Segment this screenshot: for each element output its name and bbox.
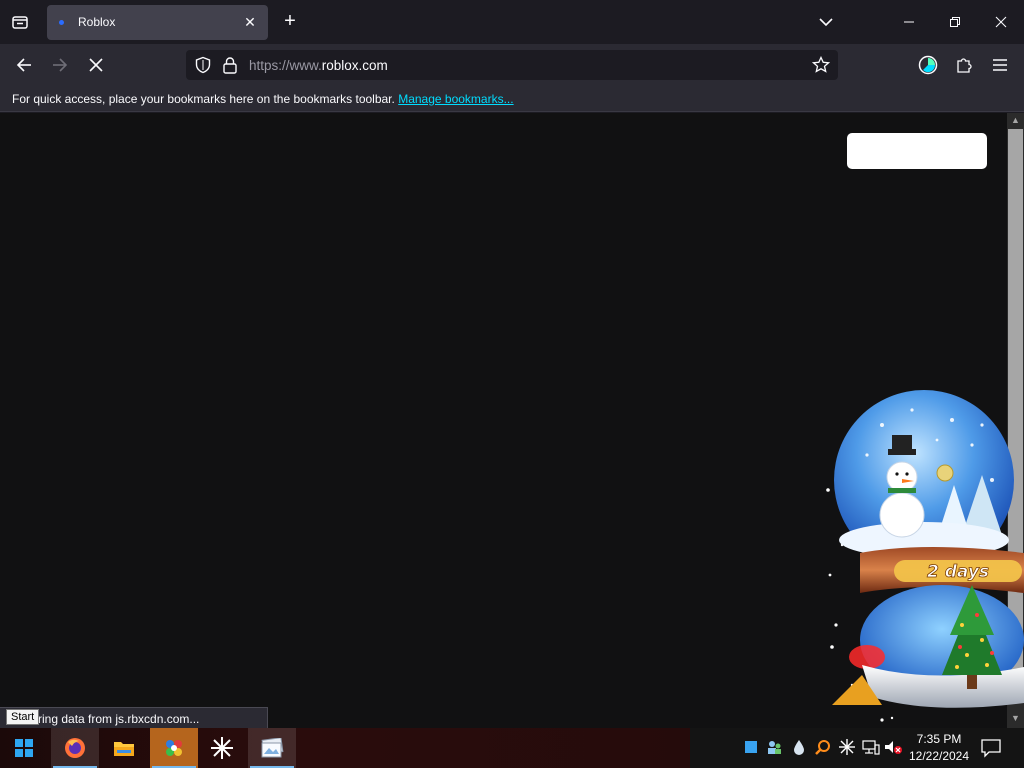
tray-search-icon[interactable]: [814, 738, 832, 756]
clock-date: 12/22/2024: [908, 749, 970, 763]
start-tooltip: Start: [6, 709, 40, 725]
taskbar-firefox[interactable]: [51, 728, 99, 768]
taskbar-tray-area: [690, 728, 1024, 768]
account-button[interactable]: [914, 51, 942, 79]
restore-icon: [950, 17, 960, 27]
firefox-icon: [65, 738, 85, 758]
app-menu-button[interactable]: [986, 51, 1014, 79]
new-tab-button[interactable]: +: [278, 10, 302, 34]
windows-logo-icon: [15, 739, 33, 757]
bookmark-star-icon[interactable]: [811, 55, 831, 79]
loading-favicon-icon: [59, 20, 64, 25]
url-text[interactable]: https://www.roblox.com: [249, 58, 388, 73]
tray-volume-muted-icon[interactable]: [884, 738, 902, 756]
close-window-button[interactable]: [978, 0, 1024, 44]
taskbar: 7:35 PM 12/22/2024: [0, 728, 1024, 768]
forward-button[interactable]: [46, 51, 74, 79]
restore-button[interactable]: [932, 0, 978, 44]
bookmarks-hint: For quick access, place your bookmarks h…: [12, 92, 514, 106]
back-button[interactable]: [10, 51, 38, 79]
stop-loading-button[interactable]: [82, 51, 110, 79]
notification-center-icon[interactable]: [980, 737, 1002, 759]
bookmarks-toolbar: For quick access, place your bookmarks h…: [0, 86, 1024, 112]
status-text: rring data from js.rbxcdn.com...: [34, 712, 200, 726]
tray-blue-square-icon[interactable]: [742, 738, 760, 756]
folder-icon: [114, 742, 134, 756]
scroll-up-arrow-icon[interactable]: ▲: [1008, 115, 1023, 129]
countdown-banner: 2 days: [927, 562, 989, 582]
status-panel: rring data from js.rbxcdn.com...: [0, 707, 268, 729]
photo-viewer-icon: [261, 738, 284, 758]
clock-time: 7:35 PM: [916, 732, 962, 746]
taskbar-asterisk-app[interactable]: [198, 728, 246, 768]
close-tab-icon[interactable]: ✕: [242, 14, 258, 30]
tray-network-icon[interactable]: [862, 738, 880, 756]
extensions-button[interactable]: [950, 51, 978, 79]
tray-water-drop-icon[interactable]: [790, 738, 808, 756]
manage-bookmarks-link[interactable]: Manage bookmarks...: [398, 92, 513, 106]
tray-people-icon[interactable]: [765, 738, 783, 756]
hamburger-menu-icon: [993, 59, 1007, 71]
tab-bar: Roblox ✕ +: [0, 0, 1024, 44]
page-white-box[interactable]: [847, 133, 987, 169]
stop-icon: [89, 58, 103, 72]
asterisk-icon: [211, 737, 233, 759]
system-clock[interactable]: 7:35 PM 12/22/2024: [905, 731, 973, 765]
lock-icon[interactable]: [222, 56, 238, 79]
start-button[interactable]: [0, 728, 48, 768]
tab-roblox[interactable]: Roblox ✕: [47, 5, 268, 40]
address-bar[interactable]: https://www.roblox.com: [186, 50, 838, 80]
tracking-protection-shield-icon[interactable]: [194, 56, 212, 79]
taskbar-file-explorer[interactable]: [100, 728, 148, 768]
tab-list-icon: [12, 16, 28, 29]
firefox-account-icon: [918, 55, 938, 75]
back-arrow-icon: [16, 58, 31, 72]
forward-arrow-icon: [53, 58, 68, 72]
list-all-tabs-icon[interactable]: [814, 12, 838, 32]
bookmarks-message: For quick access, place your bookmarks h…: [12, 92, 395, 106]
tab-title: Roblox: [78, 15, 116, 29]
snow-globe-widget[interactable]: 2 days: [822, 385, 1024, 730]
taskbar-photo-viewer[interactable]: [248, 728, 296, 768]
colorful-app-icon: [166, 740, 182, 756]
close-icon: [995, 16, 1007, 28]
minimize-button[interactable]: [886, 0, 932, 44]
tab-list-button[interactable]: [6, 8, 34, 36]
minimize-icon: [904, 21, 914, 23]
puzzle-piece-icon: [957, 58, 972, 73]
navigation-toolbar: https://www.roblox.com: [0, 44, 1024, 86]
tray-asterisk-icon[interactable]: [838, 738, 856, 756]
taskbar-app-orange[interactable]: [150, 728, 198, 768]
